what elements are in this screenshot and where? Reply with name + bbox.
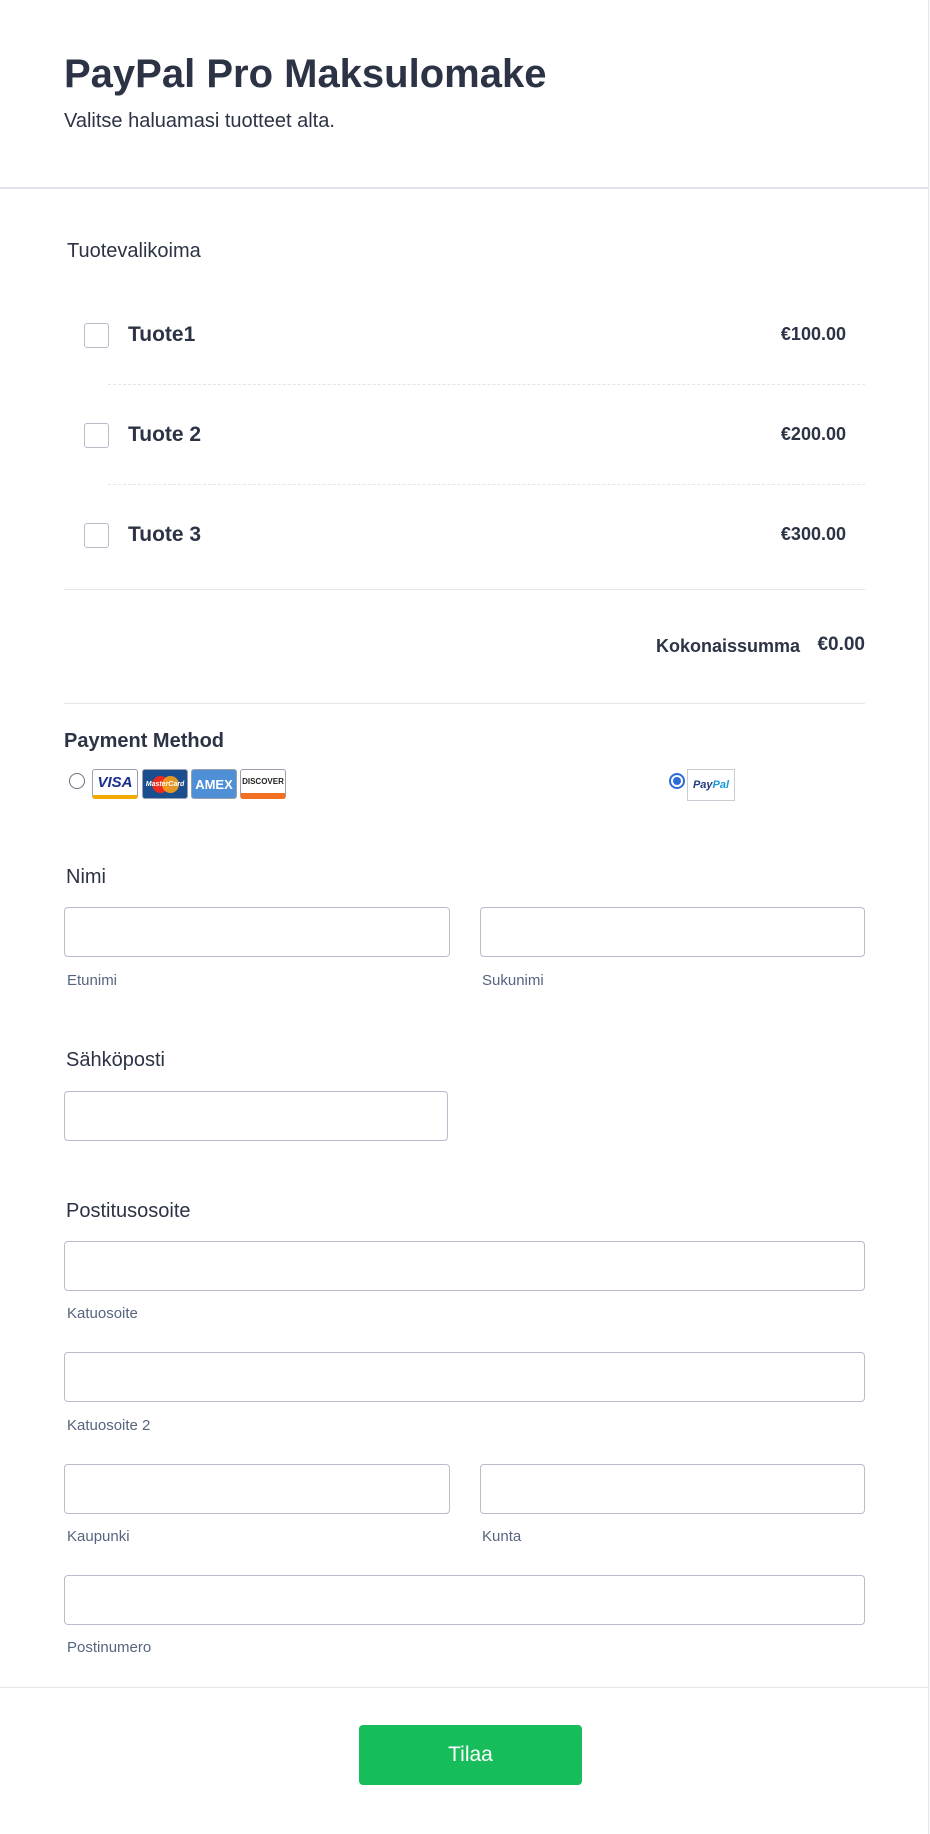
city-input[interactable] [64,1464,450,1514]
total-label: Kokonaissumma [655,636,800,656]
amex-icon: AMEX [191,769,237,799]
product-divider [108,384,865,385]
email-label: Sähköposti [66,1049,165,1071]
product-2-checkbox[interactable] [84,423,109,448]
products-label: Tuotevalikoima [67,240,201,262]
credit-card-radio[interactable] [69,773,85,789]
product-3-name: Tuote 3 [128,523,202,546]
paypal-logo-pal: Pal [712,779,730,791]
name-label: Nimi [66,866,106,888]
mastercard-icon: MasterCard [142,769,188,799]
form-subtitle: Valitse haluamasi tuotteet alta. [64,110,335,132]
postal-code-sublabel: Postinumero [67,1639,152,1656]
footer-divider [0,1687,929,1688]
discover-icon: DISCOVER [240,769,286,799]
last-name-sublabel: Sukunimi [482,972,544,989]
product-1-checkbox[interactable] [84,323,109,348]
form-header: PayPal Pro Maksulomake Valitse haluamasi… [0,0,929,189]
visa-icon: VISA [92,769,138,799]
street-address-sublabel: Katuosoite [67,1305,138,1322]
product-1-price: €100.00 [780,324,846,344]
paypal-radio[interactable] [669,773,685,789]
street-address-input[interactable] [64,1241,865,1291]
form-title: PayPal Pro Maksulomake [64,52,547,96]
region-sublabel: Kunta [482,1528,522,1545]
first-name-input[interactable] [64,907,450,957]
product-2-price: €200.00 [780,424,846,444]
city-sublabel: Kaupunki [67,1528,130,1545]
product-3-checkbox[interactable] [84,523,109,548]
paypal-icon: Pay Pal [687,769,735,801]
product-1-name: Tuote1 [128,323,196,346]
last-name-input[interactable] [480,907,865,957]
street-address-2-sublabel: Katuosoite 2 [67,1417,151,1434]
first-name-sublabel: Etunimi [67,972,118,989]
postal-code-input[interactable] [64,1575,865,1625]
paypal-logo-pay: Pay [692,779,713,791]
email-input[interactable] [64,1091,448,1141]
street-address-2-input[interactable] [64,1352,865,1402]
total-divider [64,703,865,704]
total-value: €0.00 [817,634,865,655]
address-label: Postitusosoite [66,1200,191,1222]
submit-button[interactable]: Tilaa [359,1725,582,1785]
product-divider [108,484,865,485]
product-3-price: €300.00 [780,524,846,544]
mastercard-label: MasterCard [145,780,185,788]
product-2-name: Tuote 2 [128,423,202,446]
form-card: PayPal Pro Maksulomake Valitse haluamasi… [0,0,929,1834]
payment-method-title: Payment Method [64,730,225,752]
products-divider [64,589,865,590]
region-input[interactable] [480,1464,865,1514]
